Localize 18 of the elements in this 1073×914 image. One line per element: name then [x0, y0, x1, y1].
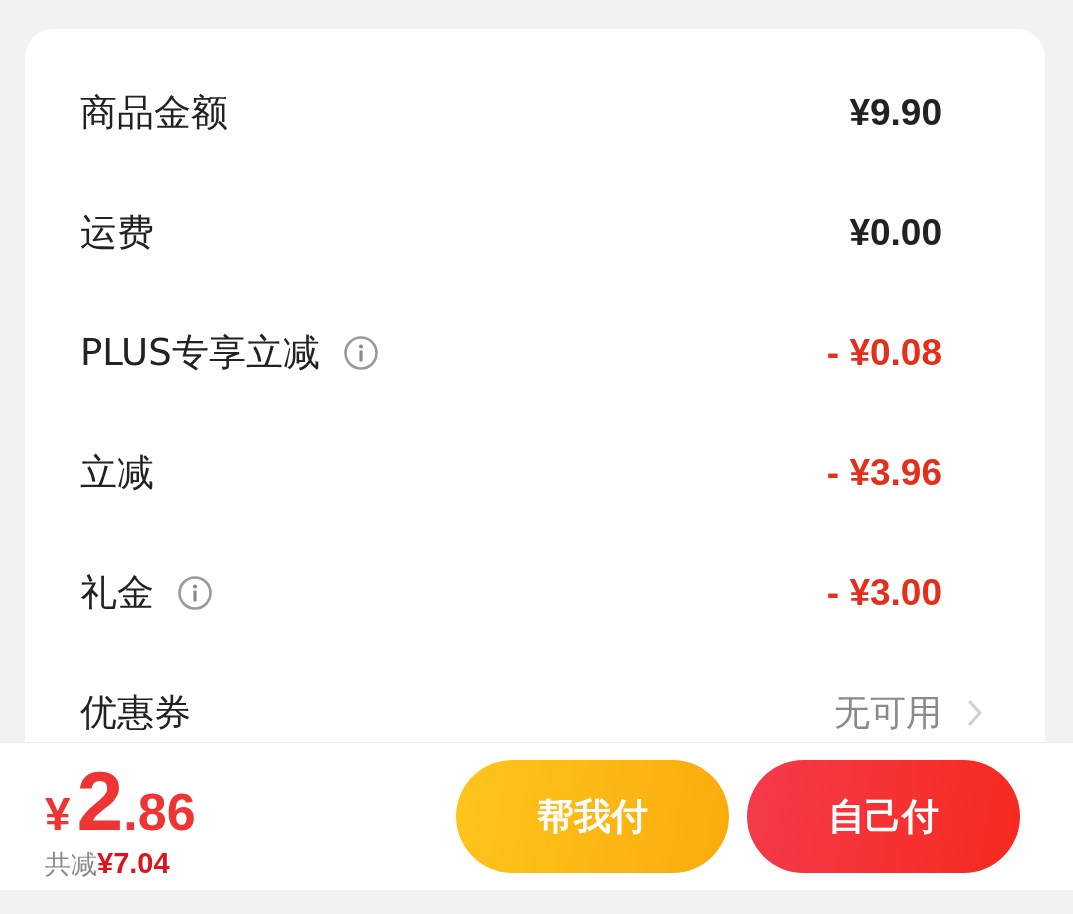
- coupon-status[interactable]: 无可用: [834, 688, 942, 738]
- amount-value: ¥0.00: [849, 212, 942, 254]
- friend-pay-button[interactable]: 帮我付: [456, 760, 729, 873]
- total-price: ¥2.86: [45, 759, 196, 843]
- info-icon[interactable]: [343, 336, 378, 370]
- row-label: 优惠券: [80, 690, 191, 736]
- row-label: 立减: [80, 450, 154, 496]
- amount-value: - ¥3.96: [826, 452, 942, 494]
- row-label: 运费: [80, 210, 154, 256]
- amount-value: - ¥3.00: [826, 572, 942, 614]
- row-label: 商品金额: [80, 90, 228, 136]
- row-label: 礼金: [80, 570, 154, 616]
- row-label: PLUS专享立减: [80, 330, 320, 376]
- amount-value: - ¥0.08: [826, 332, 942, 374]
- amount-value: ¥9.90: [849, 92, 942, 134]
- total-savings: 共减¥7.04: [45, 847, 171, 881]
- pay-myself-button[interactable]: 自己付: [747, 760, 1020, 873]
- info-icon[interactable]: [178, 576, 212, 610]
